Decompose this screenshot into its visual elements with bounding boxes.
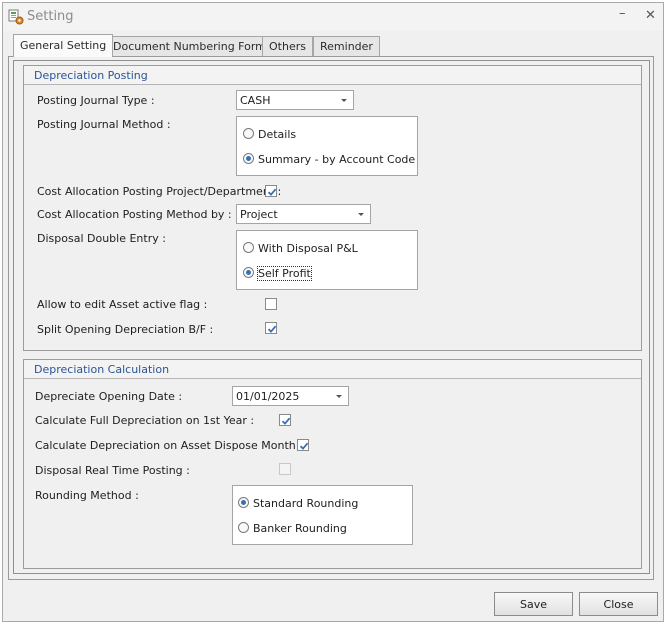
radio-with-disposal-pl[interactable]: [243, 242, 254, 253]
tab-document-numbering-format[interactable]: Document Numbering Format: [106, 36, 284, 56]
rounding-method-label: Rounding Method :: [35, 489, 139, 502]
radio-label-with-disposal-pl: With Disposal P&L: [258, 242, 358, 255]
depreciate-opening-date-label: Depreciate Opening Date :: [35, 390, 183, 403]
group-title: Depreciation Posting: [34, 69, 148, 82]
combo-value: Project: [240, 208, 278, 221]
depreciation-dispose-month-checkbox[interactable]: [297, 439, 309, 451]
cost-allocation-method-combo[interactable]: Project: [236, 204, 371, 224]
disposal-double-entry-label: Disposal Double Entry :: [37, 232, 166, 245]
window-title: Setting: [27, 9, 74, 24]
check-icon: [267, 188, 277, 196]
date-value: 01/01/2025: [236, 390, 300, 403]
disposal-real-time-posting-checkbox: [279, 463, 291, 475]
radio-banker-rounding[interactable]: [238, 522, 249, 533]
chevron-down-icon[interactable]: [336, 395, 342, 398]
depreciate-opening-date-picker[interactable]: 01/01/2025: [232, 386, 349, 406]
split-opening-depreciation-checkbox[interactable]: [265, 322, 277, 334]
cost-allocation-method-label: Cost Allocation Posting Method by :: [37, 208, 232, 221]
split-opening-depreciation-label: Split Opening Depreciation B/F :: [37, 323, 214, 336]
radio-standard-rounding[interactable]: [238, 497, 249, 508]
radio-label-self-profit: Self Profit: [257, 266, 312, 281]
disposal-real-time-posting-label: Disposal Real Time Posting :: [35, 464, 190, 477]
posting-journal-method-label: Posting Journal Method :: [37, 118, 171, 131]
save-button[interactable]: Save: [494, 592, 573, 616]
posting-journal-type-label: Posting Journal Type :: [37, 94, 155, 107]
title-bar[interactable]: Setting – ✕: [3, 3, 663, 31]
close-button[interactable]: Close: [579, 592, 658, 616]
chevron-down-icon[interactable]: [358, 213, 364, 216]
tab-reminder[interactable]: Reminder: [313, 36, 380, 56]
radio-label-summary: Summary - by Account Code: [258, 153, 416, 166]
radio-label-banker-rounding: Banker Rounding: [253, 522, 347, 535]
allow-edit-active-flag-checkbox[interactable]: [265, 298, 277, 310]
group-title: Depreciation Calculation: [34, 363, 170, 376]
radio-label-details: Details: [258, 128, 297, 141]
radio-label-standard-rounding: Standard Rounding: [253, 497, 359, 510]
radio-self-profit[interactable]: [243, 267, 254, 278]
minimize-icon[interactable]: –: [619, 6, 626, 22]
disposal-double-entry-group: [236, 230, 418, 290]
app-icon: [8, 9, 24, 25]
full-depreciation-first-year-label: Calculate Full Depreciation on 1st Year …: [35, 414, 255, 427]
posting-journal-type-combo[interactable]: CASH: [236, 90, 354, 110]
check-icon: [299, 442, 309, 450]
posting-journal-method-group: [236, 116, 418, 176]
combo-value: CASH: [240, 94, 271, 107]
cost-allocation-posting-label: Cost Allocation Posting Project/Departme…: [37, 185, 282, 198]
close-icon[interactable]: ✕: [645, 8, 656, 24]
radio-summary-by-account-code[interactable]: [243, 153, 254, 164]
allow-edit-active-flag-label: Allow to edit Asset active flag :: [37, 298, 208, 311]
tab-others[interactable]: Others: [262, 36, 313, 56]
group-header: Depreciation Calculation: [24, 360, 641, 379]
radio-details[interactable]: [243, 128, 254, 139]
cost-allocation-posting-checkbox[interactable]: [265, 185, 277, 197]
check-icon: [281, 417, 291, 425]
depreciation-dispose-month-label: Calculate Depreciation on Asset Dispose …: [35, 439, 303, 452]
full-depreciation-first-year-checkbox[interactable]: [279, 414, 291, 426]
tab-general-setting[interactable]: General Setting: [13, 34, 114, 57]
check-icon: [267, 325, 277, 333]
group-header: Depreciation Posting: [24, 66, 641, 85]
rounding-method-group: [232, 485, 413, 545]
chevron-down-icon[interactable]: [341, 99, 347, 102]
